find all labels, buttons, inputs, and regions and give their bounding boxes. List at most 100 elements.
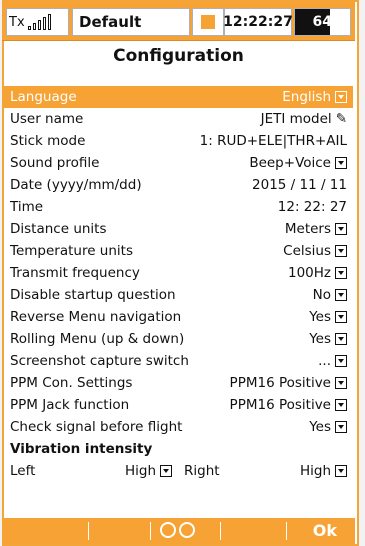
setting-value[interactable]: Yes xyxy=(309,331,347,347)
signal-bars-icon xyxy=(27,14,51,30)
dropdown-arrow-icon[interactable] xyxy=(335,399,347,411)
bottom-divider xyxy=(220,522,221,540)
setting-value[interactable]: 2015 / 11 / 11 xyxy=(252,177,347,193)
setting-value[interactable]: Celsius xyxy=(283,243,347,259)
setting-label: Date (yyyy/mm/dd) xyxy=(10,177,142,193)
vibration-right-value: High xyxy=(299,463,331,479)
setting-label: Temperature units xyxy=(10,243,133,259)
setting-value[interactable]: JETI model ✎ xyxy=(261,111,347,127)
setting-row[interactable]: Sound profile Beep+Voice xyxy=(4,152,353,174)
setting-value[interactable]: No xyxy=(313,287,347,303)
dropdown-arrow-icon[interactable] xyxy=(335,421,347,433)
dropdown-arrow-icon[interactable] xyxy=(335,223,347,235)
clock: 12:22:27 xyxy=(223,8,293,36)
setting-row[interactable]: Rolling Menu (up & down) Yes xyxy=(4,328,353,350)
setting-row[interactable]: Screenshot capture switch... xyxy=(4,350,353,372)
setting-label: Screenshot capture switch xyxy=(10,353,189,369)
setting-row[interactable]: PPM Jack function PPM16 Positive xyxy=(4,394,353,416)
setting-row[interactable]: User name JETI model ✎ xyxy=(4,108,353,130)
ok-button[interactable]: Ok xyxy=(313,521,337,540)
setting-row[interactable]: Time 12: 22: 27 xyxy=(4,196,353,218)
setting-row[interactable]: Distance units Meters xyxy=(4,218,353,240)
vibration-left-value: High xyxy=(124,463,156,479)
setting-value-text: Meters xyxy=(284,221,331,237)
setting-label: Transmit frequency xyxy=(10,265,140,281)
setting-label: Reverse Menu navigation xyxy=(10,309,182,325)
setting-value[interactable]: English xyxy=(282,89,347,105)
setting-row[interactable]: Transmit frequency 100Hz xyxy=(4,262,353,284)
setting-value-text: Yes xyxy=(309,419,331,435)
setting-value-text: Yes xyxy=(309,309,331,325)
setting-row[interactable]: Language English xyxy=(4,86,353,108)
setting-label: User name xyxy=(10,111,84,127)
vibration-left-select[interactable]: High xyxy=(88,463,172,479)
setting-label: Time xyxy=(10,199,44,215)
dropdown-arrow-icon[interactable] xyxy=(335,267,347,279)
setting-value[interactable]: 12: 22: 27 xyxy=(278,199,347,215)
setting-value[interactable]: PPM16 Positive xyxy=(230,397,347,413)
setting-label: Language xyxy=(10,89,77,105)
dropdown-arrow-icon[interactable] xyxy=(335,355,347,367)
setting-value-text: ... xyxy=(318,353,331,369)
vibration-row: Left High Right High xyxy=(4,460,353,482)
bottom-divider xyxy=(150,522,151,540)
tx-label: Tx xyxy=(9,14,25,30)
setting-value[interactable]: PPM16 Positive xyxy=(230,375,347,391)
setting-value[interactable]: Beep+Voice xyxy=(249,155,347,171)
setting-row[interactable]: Date (yyyy/mm/dd) 2015 / 11 / 11 xyxy=(4,174,353,196)
setting-row[interactable]: Stick mode 1: RUD+ELE|THR+AIL xyxy=(4,130,353,152)
setting-row[interactable]: Disable startup question No xyxy=(4,284,353,306)
bottom-divider xyxy=(88,522,89,540)
setting-row[interactable]: PPM Con. Settings PPM16 Positive xyxy=(4,372,353,394)
setting-value[interactable]: 100Hz xyxy=(288,265,347,281)
setting-label: Check signal before flight xyxy=(10,419,183,435)
setting-value-text: JETI model xyxy=(260,111,332,127)
bottom-bar: Ok xyxy=(2,518,355,544)
setting-row[interactable]: Temperature units Celsius xyxy=(4,240,353,262)
setting-label: PPM Con. Settings xyxy=(10,375,133,391)
settings-list: Language English User name JETI model ✎ Stick… xyxy=(4,86,353,482)
model-name: Default xyxy=(72,8,190,36)
setting-value-text: 1: RUD+ELE|THR+AIL xyxy=(199,133,347,149)
status-indicator-icon xyxy=(192,8,224,36)
dropdown-arrow-icon[interactable] xyxy=(335,289,347,301)
setting-label: Stick mode xyxy=(10,133,86,149)
bottom-divider xyxy=(286,522,287,540)
dropdown-arrow-icon[interactable] xyxy=(335,333,347,345)
setting-label: PPM Jack function xyxy=(10,397,130,413)
dropdown-arrow-icon[interactable] xyxy=(335,377,347,389)
dropdown-arrow-icon[interactable] xyxy=(335,465,347,477)
setting-value-text: 12: 22: 27 xyxy=(277,199,347,215)
vibration-heading: Vibration intensity xyxy=(10,441,153,457)
dropdown-arrow-icon[interactable] xyxy=(335,91,347,103)
setting-value-text: Celsius xyxy=(283,243,331,259)
setting-value[interactable]: Meters xyxy=(285,221,347,237)
dropdown-arrow-icon[interactable] xyxy=(335,245,347,257)
setting-value[interactable]: ... xyxy=(318,353,347,369)
setting-value-text: 2015 / 11 / 11 xyxy=(252,177,347,193)
vibration-left-label: Left xyxy=(10,463,36,479)
page-title: Configuration xyxy=(113,46,244,66)
setting-label: Distance units xyxy=(10,221,107,237)
setting-row[interactable]: Reverse Menu navigation Yes xyxy=(4,306,353,328)
rotary-knob-icon[interactable] xyxy=(160,522,195,538)
setting-value[interactable]: 1: RUD+ELE|THR+AIL xyxy=(200,133,347,149)
dropdown-arrow-icon[interactable] xyxy=(335,157,347,169)
vibration-right-label: Right xyxy=(184,463,220,479)
status-bar: Tx Default 12:22:27 64% xyxy=(2,2,355,41)
setting-value-text: No xyxy=(312,287,331,303)
setting-row[interactable]: Check signal before flight Yes xyxy=(4,416,353,438)
battery-label: 64% xyxy=(312,14,346,30)
vibration-right-select[interactable]: High xyxy=(300,463,347,479)
setting-value[interactable]: Yes xyxy=(309,419,347,435)
setting-value-text: 100Hz xyxy=(287,265,331,281)
edit-pencil-icon[interactable]: ✎ xyxy=(336,111,347,127)
setting-value-text: Beep+Voice xyxy=(249,155,331,171)
setting-value-text: PPM16 Positive xyxy=(229,397,331,413)
setting-value-text: PPM16 Positive xyxy=(229,375,331,391)
battery-indicator: 64% xyxy=(294,8,351,36)
dropdown-arrow-icon[interactable] xyxy=(160,465,172,477)
setting-value-text: Yes xyxy=(309,331,331,347)
dropdown-arrow-icon[interactable] xyxy=(335,311,347,323)
setting-value[interactable]: Yes xyxy=(309,309,347,325)
